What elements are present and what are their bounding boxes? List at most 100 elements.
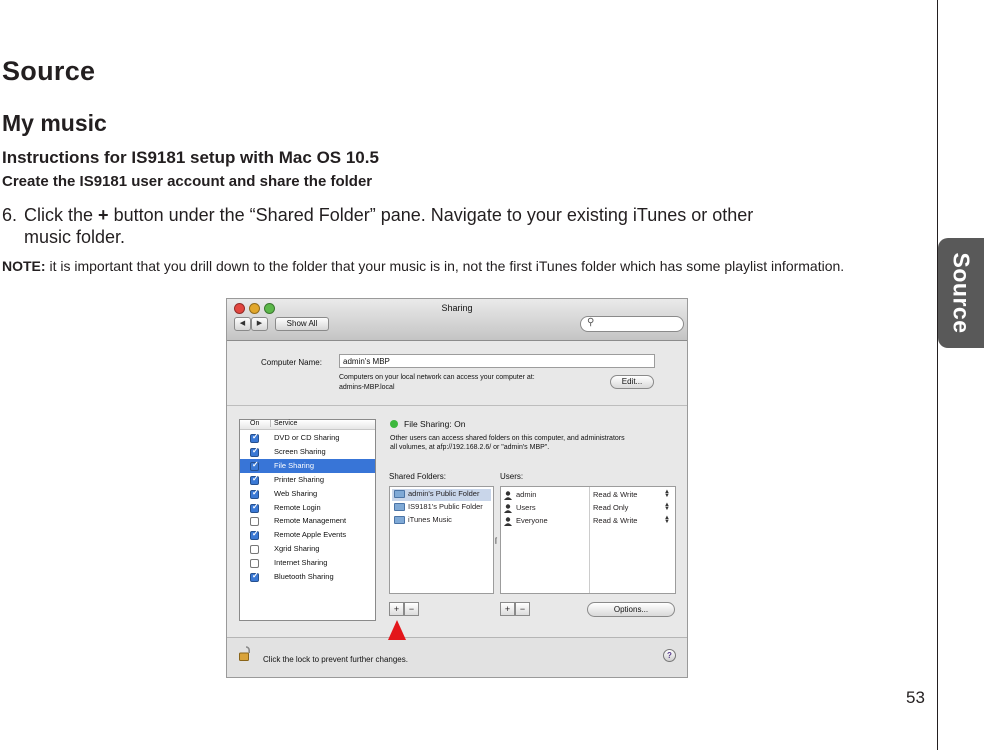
service-checkbox[interactable] xyxy=(250,529,259,541)
permission-stepper-icon[interactable]: ▲ ▼ xyxy=(664,502,670,512)
service-checkbox[interactable] xyxy=(250,545,259,555)
show-all-button[interactable]: Show All xyxy=(275,317,329,331)
users-list: admin Read & Write ▲ ▼ Users Read Only ▲ ▼ Every… xyxy=(500,486,676,594)
service-label: Remote Login xyxy=(274,502,321,512)
service-label: DVD or CD Sharing xyxy=(274,433,340,442)
step-number: 6. xyxy=(2,205,18,225)
section-subtitle: My music xyxy=(2,110,107,136)
user-name: Everyone xyxy=(516,516,548,525)
user-name: admin xyxy=(516,490,537,499)
divider xyxy=(227,405,687,406)
sharing-window: Sharing ◀ ▶ Show All ⚲ Computer Name: ad… xyxy=(226,298,688,678)
user-name: Users xyxy=(516,503,536,512)
shared-folder-item[interactable]: iTunes Music xyxy=(392,515,491,527)
user-permission[interactable]: Read & Write xyxy=(593,490,637,499)
side-tab-label: Source xyxy=(948,252,975,334)
shared-folders-list: admin's Public Folder IS9181's Public Fol… xyxy=(389,486,494,594)
user-permission[interactable]: Read & Write xyxy=(593,516,637,525)
computer-name-label: Computer Name: xyxy=(261,358,322,367)
user-row[interactable]: Users Read Only ▲ ▼ xyxy=(503,502,673,515)
service-row[interactable]: Screen Sharing xyxy=(240,445,375,459)
service-checkbox[interactable] xyxy=(250,488,259,499)
step-text-1: Click the xyxy=(24,205,94,225)
service-checkbox[interactable] xyxy=(250,571,259,582)
pointer-arrow-icon xyxy=(388,620,406,640)
service-row[interactable]: Remote Apple Events xyxy=(240,528,375,542)
service-row[interactable]: DVD or CD Sharing xyxy=(240,431,375,445)
search-input[interactable]: ⚲ xyxy=(580,316,684,332)
service-checkbox[interactable] xyxy=(250,432,259,443)
note-text: it is important that you drill down to t… xyxy=(49,258,845,274)
service-row[interactable]: Web Sharing xyxy=(240,487,375,501)
service-label: Internet Sharing xyxy=(274,558,328,568)
step-text-2: button under the “Shared Folder” pane. N… xyxy=(113,205,754,225)
service-row[interactable]: File Sharing xyxy=(240,458,375,473)
service-row[interactable]: Remote Login xyxy=(240,501,375,515)
service-row[interactable]: Bluetooth Sharing xyxy=(240,570,375,584)
user-row[interactable]: Everyone Read & Write ▲ ▼ xyxy=(503,515,673,528)
step-plus: + xyxy=(98,205,109,225)
service-checkbox[interactable] xyxy=(250,446,259,457)
service-label: Remote Management xyxy=(274,516,347,526)
remove-user-button[interactable]: − xyxy=(515,602,530,616)
forward-button[interactable]: ▶ xyxy=(251,317,268,331)
service-row[interactable]: Printer Sharing xyxy=(240,473,375,487)
user-permission[interactable]: Read Only xyxy=(593,503,628,512)
shared-folder-item[interactable]: admin's Public Folder xyxy=(392,489,491,501)
service-label: File Sharing xyxy=(274,460,315,470)
search-icon: ⚲ xyxy=(587,317,595,328)
window-title: Sharing xyxy=(441,303,473,313)
page-number: 53 xyxy=(906,688,925,707)
column-service: Service xyxy=(270,420,297,427)
shared-folder-item[interactable]: IS9181's Public Folder xyxy=(392,502,491,514)
folder-icon xyxy=(394,503,405,512)
back-button[interactable]: ◀ xyxy=(234,317,251,331)
service-checkbox[interactable] xyxy=(250,502,259,513)
service-checkbox[interactable] xyxy=(250,559,259,569)
service-label: Web Sharing xyxy=(274,488,318,498)
lock-text: Click the lock to prevent further change… xyxy=(263,655,408,664)
add-folder-button[interactable]: + xyxy=(389,602,404,616)
permission-stepper-icon[interactable]: ▲ ▼ xyxy=(664,489,670,499)
help-button[interactable]: ? xyxy=(663,649,676,662)
folder-icon xyxy=(394,490,405,499)
shared-folder-name: IS9181's Public Folder xyxy=(408,502,483,511)
service-row[interactable]: Internet Sharing xyxy=(240,556,375,570)
users-label: Users: xyxy=(500,472,524,481)
service-label: Remote Apple Events xyxy=(274,530,347,540)
service-list-header: On Service xyxy=(240,420,375,430)
service-label: Printer Sharing xyxy=(274,474,325,484)
shared-folder-name: iTunes Music xyxy=(408,515,452,524)
note: NOTE: it is important that you drill dow… xyxy=(2,257,922,275)
user-icon xyxy=(503,503,513,513)
network-note-line-1: Computers on your local network can acce… xyxy=(339,374,535,381)
status-dot-icon xyxy=(390,420,398,428)
service-checkbox[interactable] xyxy=(250,517,259,527)
edit-button[interactable]: Edit... xyxy=(610,375,654,389)
note-label: NOTE: xyxy=(2,258,46,274)
status-desc-line-1: Other users can access shared folders on… xyxy=(390,435,625,442)
service-label: Screen Sharing xyxy=(274,446,326,456)
permission-stepper-icon[interactable]: ▲ ▼ xyxy=(664,515,670,525)
window-titlebar: Sharing ◀ ▶ Show All ⚲ xyxy=(227,299,687,341)
service-row[interactable]: Remote Management xyxy=(240,514,375,528)
service-checkbox[interactable] xyxy=(250,460,259,471)
options-button[interactable]: Options... xyxy=(587,602,675,617)
add-user-button[interactable]: + xyxy=(500,602,515,616)
column-on: On xyxy=(250,420,260,427)
file-sharing-status: File Sharing: On xyxy=(404,419,466,429)
page-title: Source xyxy=(2,56,96,86)
service-checkbox[interactable] xyxy=(250,474,259,485)
instructions-heading: Instructions for IS9181 setup with Mac O… xyxy=(2,148,379,167)
service-row[interactable]: Xgrid Sharing xyxy=(240,542,375,556)
side-tab: Source xyxy=(938,238,984,348)
user-icon xyxy=(503,516,513,526)
remove-folder-button[interactable]: − xyxy=(404,602,419,616)
service-list: On Service DVD or CD Sharing Screen Shari… xyxy=(239,419,376,621)
step-6: 6. Click the + button under the “Shared F… xyxy=(2,204,882,248)
user-row[interactable]: admin Read & Write ▲ ▼ xyxy=(503,489,673,502)
shared-folders-label: Shared Folders: xyxy=(389,472,446,481)
computer-name-field[interactable]: admin's MBP xyxy=(339,354,655,368)
user-icon xyxy=(503,490,513,500)
lock-icon[interactable] xyxy=(239,645,253,661)
